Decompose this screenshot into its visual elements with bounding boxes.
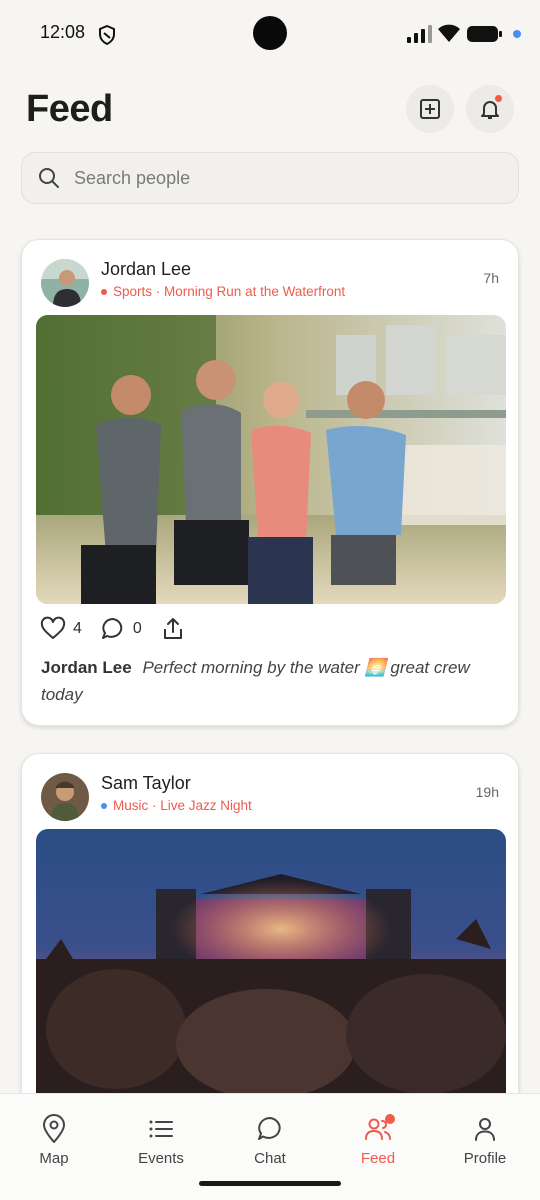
- nav-label: Chat: [254, 1150, 286, 1167]
- post-time: 7h: [483, 270, 499, 286]
- like-count: 4: [73, 620, 82, 637]
- search-bar[interactable]: [21, 152, 519, 204]
- nav-label: Feed: [360, 1150, 396, 1167]
- nav-item-profile[interactable]: Profile: [440, 1114, 530, 1167]
- comment-icon: [101, 618, 123, 639]
- nav-label: Events: [138, 1150, 184, 1167]
- status-bar: 12:08: [0, 0, 540, 68]
- nav-label: Map: [39, 1150, 69, 1167]
- caption-author[interactable]: Jordan Lee: [41, 658, 132, 677]
- post-image[interactable]: [36, 315, 506, 604]
- share-icon: [163, 618, 182, 639]
- post-card[interactable]: Jordan Lee Sports · Morning Run at the W…: [21, 239, 519, 726]
- nav-item-events[interactable]: Events: [116, 1114, 206, 1167]
- post-category: Sports: [113, 284, 153, 299]
- share-button[interactable]: [160, 616, 193, 642]
- nav-item-chat[interactable]: Chat: [225, 1114, 315, 1167]
- post-meta[interactable]: Music · Live Jazz Night: [101, 798, 252, 813]
- post-time: 19h: [475, 784, 499, 800]
- person-icon: [475, 1118, 495, 1141]
- meta-separator: ·: [148, 798, 161, 813]
- home-indicator[interactable]: [199, 1181, 341, 1186]
- avatar[interactable]: [41, 259, 89, 307]
- nav-label: Profile: [463, 1150, 507, 1167]
- plus-square-icon: [420, 99, 440, 119]
- page-title: Feed: [26, 88, 113, 130]
- wifi-icon: [438, 24, 460, 42]
- heart-icon: [40, 616, 66, 639]
- map-pin-icon: [43, 1114, 65, 1143]
- post-event: Live Jazz Night: [160, 798, 252, 813]
- post-event: Morning Run at the Waterfront: [164, 284, 346, 299]
- battery-icon: [467, 26, 502, 42]
- shield-icon: [99, 25, 115, 45]
- feed-badge: [385, 1114, 395, 1124]
- category-dot: [101, 288, 107, 295]
- avatar[interactable]: [41, 773, 89, 821]
- post-caption: Jordan Lee Perfect morning by the water …: [41, 654, 501, 708]
- search-icon: [39, 168, 59, 188]
- like-button[interactable]: 4: [40, 616, 82, 642]
- comment-count: 0: [132, 620, 142, 637]
- comment-button[interactable]: 0: [100, 616, 142, 642]
- notification-dot: [513, 30, 521, 38]
- post-actions: 4 0: [40, 616, 211, 642]
- create-post-button[interactable]: [406, 85, 454, 133]
- notification-badge: [495, 95, 502, 102]
- chat-icon: [258, 1117, 281, 1140]
- status-time: 12:08: [40, 22, 86, 42]
- author-name[interactable]: Sam Taylor: [101, 773, 191, 794]
- search-input[interactable]: [74, 167, 474, 189]
- post-category: Music: [113, 798, 149, 813]
- post-meta[interactable]: Sports · Morning Run at the Waterfront: [101, 284, 345, 299]
- nav-item-map[interactable]: Map: [9, 1114, 99, 1167]
- camera-cutout: [253, 16, 287, 50]
- notifications-button[interactable]: [466, 85, 514, 133]
- category-dot: [101, 802, 107, 809]
- author-name[interactable]: Jordan Lee: [101, 259, 191, 280]
- nav-item-feed[interactable]: Feed: [333, 1114, 423, 1167]
- post-image[interactable]: [36, 829, 506, 1094]
- meta-separator: ·: [152, 284, 165, 299]
- list-icon: [149, 1120, 173, 1138]
- signal-icon: [407, 25, 432, 43]
